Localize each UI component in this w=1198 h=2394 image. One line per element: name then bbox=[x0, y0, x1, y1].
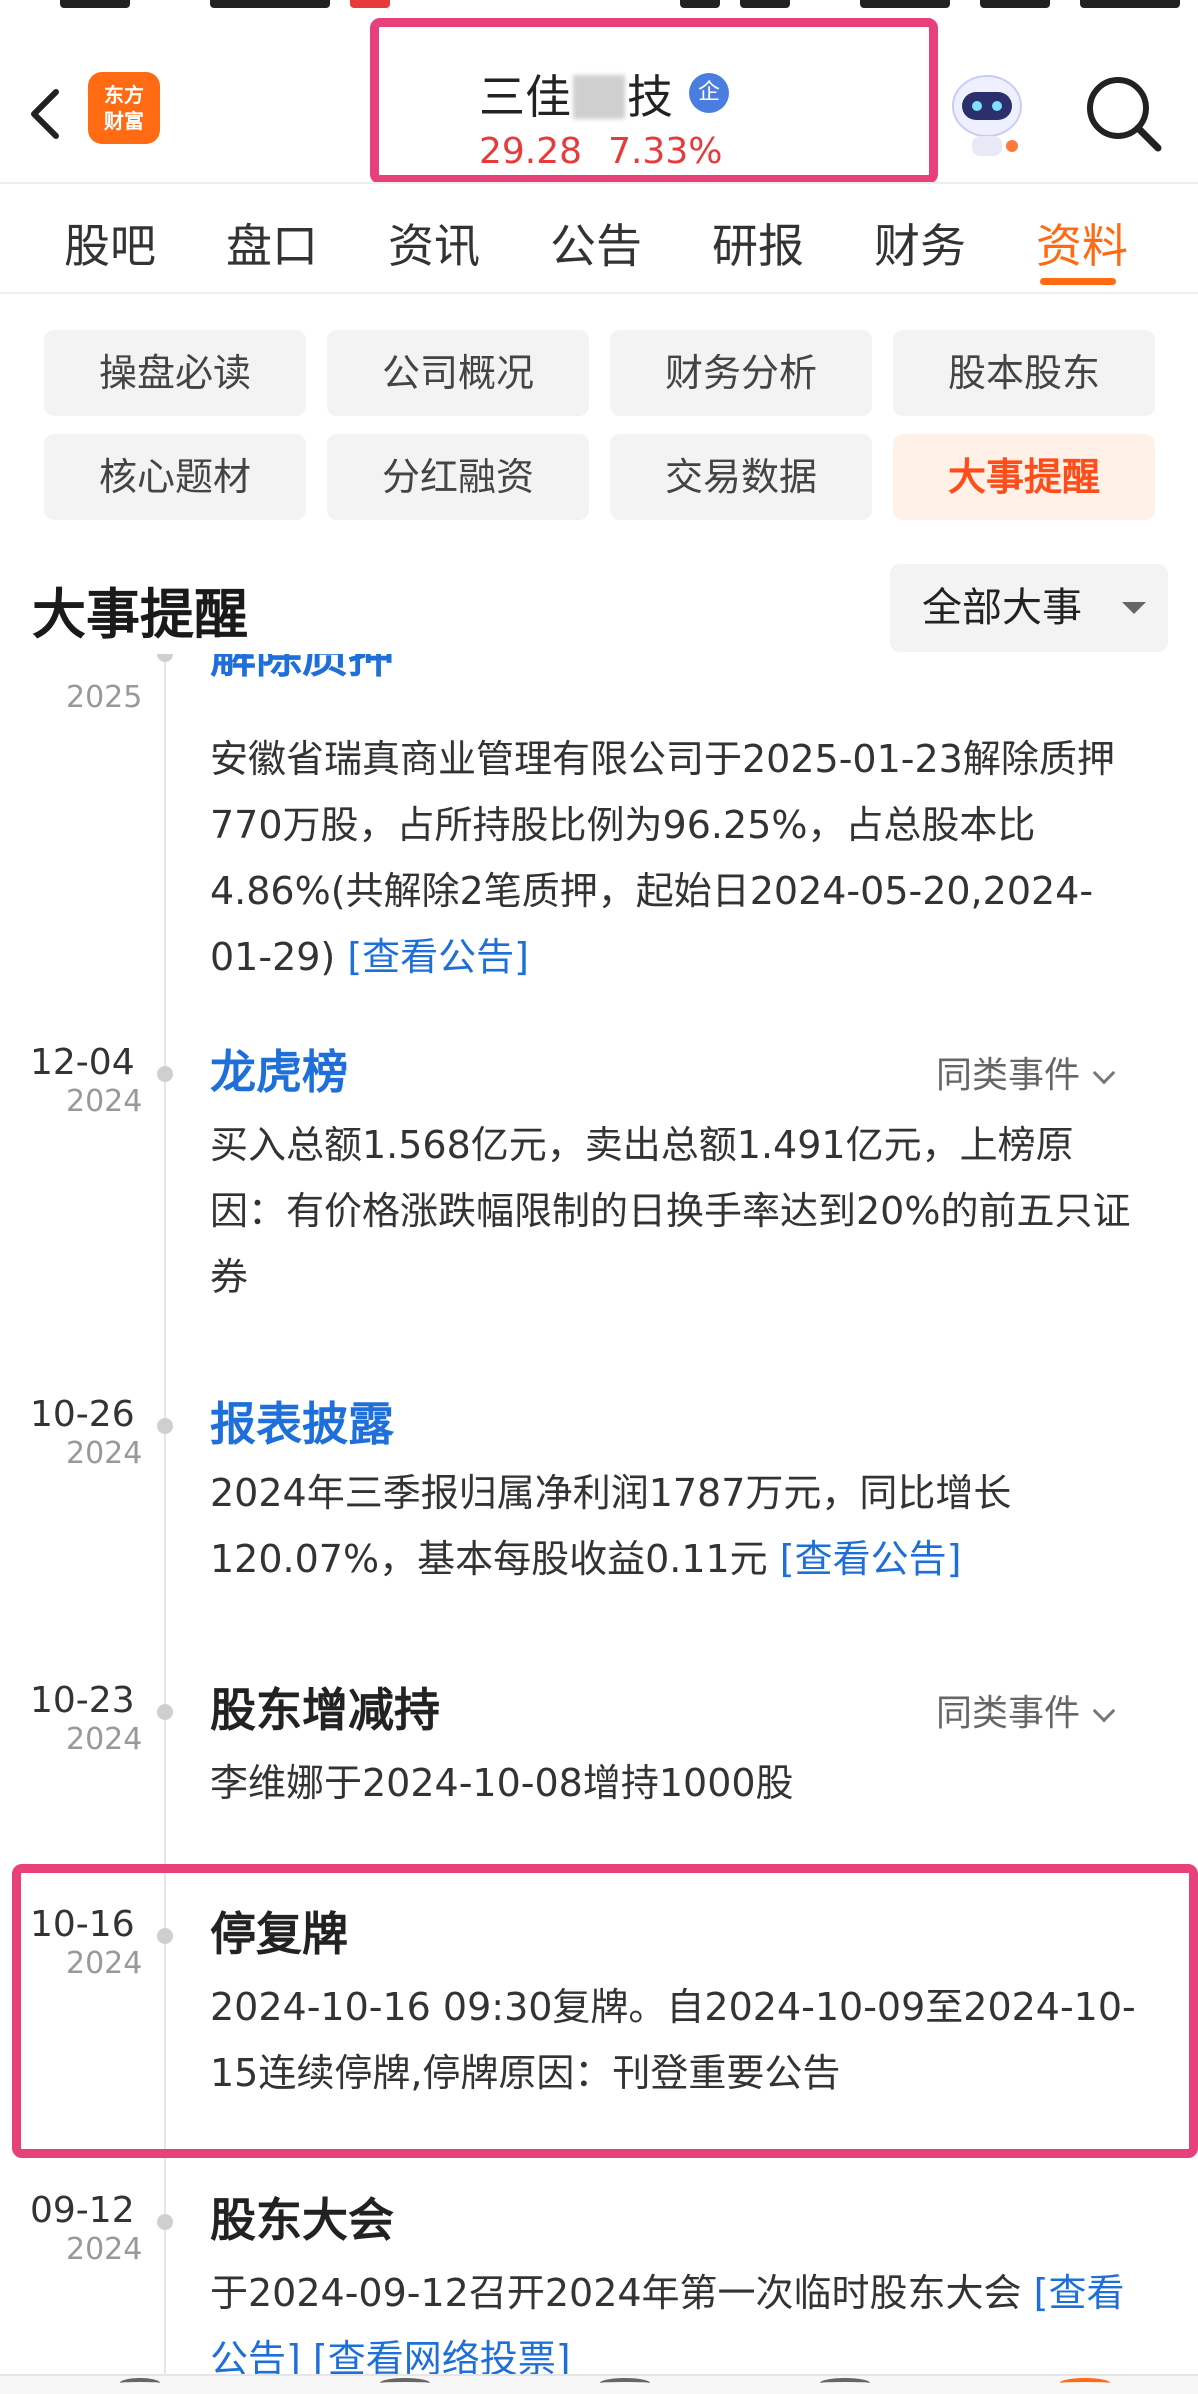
event-date: 10-26 bbox=[30, 1394, 135, 1435]
chip-shareholders[interactable]: 股本股东 bbox=[893, 330, 1155, 416]
event-title: 股东增减持 bbox=[210, 1683, 440, 1737]
event-date: 09-12 bbox=[30, 2190, 135, 2231]
event-body: 2024年三季报归属净利润1787万元，同比增长120.07%，基本每股收益0.… bbox=[210, 1471, 1012, 1581]
stock-name: 三佳技 bbox=[479, 70, 673, 124]
event-title-link[interactable]: 龙虎榜 bbox=[210, 1036, 348, 1102]
event-body: 安徽省瑞真商业管理有限公司于2025-01-23解除质押770万股，占所持股比例… bbox=[210, 737, 1115, 979]
chip-trading-essentials[interactable]: 操盘必读 bbox=[44, 330, 306, 416]
event-title-link[interactable]: 解除质押 bbox=[210, 654, 394, 686]
enterprise-badge: 企 bbox=[689, 73, 729, 113]
tab-announcements[interactable]: 公告 bbox=[550, 210, 642, 276]
tab-guba[interactable]: 股吧 bbox=[64, 210, 156, 276]
chevron-down-icon bbox=[1092, 1699, 1116, 1723]
chip-company-overview[interactable]: 公司概况 bbox=[327, 330, 589, 416]
nav-icon[interactable] bbox=[820, 2378, 870, 2388]
nav-icon[interactable] bbox=[600, 2378, 650, 2388]
dropdown-triangle-icon bbox=[1122, 602, 1146, 614]
chip-trading-data[interactable]: 交易数据 bbox=[610, 434, 872, 520]
event-year: 2024 bbox=[66, 1722, 143, 1757]
stock-price: 29.28 bbox=[479, 131, 583, 172]
search-icon[interactable] bbox=[1082, 72, 1166, 156]
chip-dividends-financing[interactable]: 分红融资 bbox=[327, 434, 589, 520]
timeline-dot bbox=[157, 1418, 173, 1434]
tab-pankou[interactable]: 盘口 bbox=[226, 210, 318, 276]
status-bar bbox=[0, 0, 1198, 14]
similar-events-toggle[interactable]: 同类事件 bbox=[936, 1046, 1116, 1098]
event-body: 李维娜于2024-10-08增持1000股 bbox=[210, 1761, 794, 1805]
event-date: 10-23 bbox=[30, 1680, 135, 1721]
nav-icon[interactable] bbox=[1060, 2378, 1110, 2388]
bottom-nav bbox=[0, 2374, 1198, 2394]
main-tabs: 股吧 盘口 资讯 公告 研报 财务 资料 bbox=[0, 182, 1198, 294]
back-icon[interactable] bbox=[22, 74, 70, 154]
similar-events-toggle[interactable]: 同类事件 bbox=[936, 1684, 1116, 1736]
chip-core-themes[interactable]: 核心题材 bbox=[44, 434, 306, 520]
event-year: 2024 bbox=[66, 1084, 143, 1119]
stock-change-pct: 7.33% bbox=[608, 131, 723, 172]
event-year: 2024 bbox=[66, 2232, 143, 2267]
event-filter-dropdown[interactable]: 全部大事 bbox=[890, 564, 1168, 652]
chevron-down-icon bbox=[1092, 1061, 1116, 1085]
robot-assistant-icon[interactable] bbox=[942, 66, 1032, 162]
tab-research[interactable]: 研报 bbox=[712, 210, 804, 276]
view-announcement-link[interactable]: [查看公告] bbox=[347, 935, 529, 979]
event-year: 2024 bbox=[66, 1436, 143, 1471]
stock-title-highlight[interactable]: 三佳技 企 29.28 7.33% bbox=[370, 18, 938, 184]
timeline-dot bbox=[157, 1066, 173, 1082]
event-highlight-box bbox=[12, 1864, 1198, 2158]
event-body: 于2024-09-12召开2024年第一次临时股东大会 [查看公告] [查看网络… bbox=[210, 2260, 1140, 2374]
event-date: 12-04 bbox=[30, 1042, 135, 1083]
event-title: 股东大会 bbox=[210, 2193, 394, 2247]
chip-major-events[interactable]: 大事提醒 bbox=[893, 434, 1155, 520]
view-announcement-link[interactable]: [查看公告] bbox=[780, 1537, 962, 1581]
section-title: 大事提醒 bbox=[32, 583, 248, 646]
active-tab-indicator bbox=[1040, 278, 1116, 285]
price-line: 29.28 7.33% bbox=[479, 131, 722, 172]
event-body: 买入总额1.568亿元，卖出总额1.491亿元，上榜原因：有价格涨跌幅限制的日换… bbox=[210, 1123, 1131, 1299]
view-online-vote-link[interactable]: [查看网络投票] bbox=[313, 2337, 571, 2374]
timeline-dot bbox=[157, 654, 173, 662]
tab-news[interactable]: 资讯 bbox=[388, 210, 480, 276]
tab-finance[interactable]: 财务 bbox=[874, 210, 966, 276]
nav-icon[interactable] bbox=[380, 2378, 430, 2388]
redacted-char bbox=[573, 75, 625, 119]
app-logo: 东方 财富 bbox=[88, 72, 160, 144]
timeline-dot bbox=[157, 1704, 173, 1720]
event-year: 2025 bbox=[66, 680, 143, 715]
stock-header: 东方 财富 三佳技 企 29.28 7.33% bbox=[0, 14, 1198, 184]
timeline-dot bbox=[157, 2214, 173, 2230]
home-icon[interactable] bbox=[120, 2378, 160, 2388]
event-title-link[interactable]: 报表披露 bbox=[210, 1388, 394, 1454]
chip-financial-analysis[interactable]: 财务分析 bbox=[610, 330, 872, 416]
tab-profile[interactable]: 资料 bbox=[1036, 210, 1128, 276]
